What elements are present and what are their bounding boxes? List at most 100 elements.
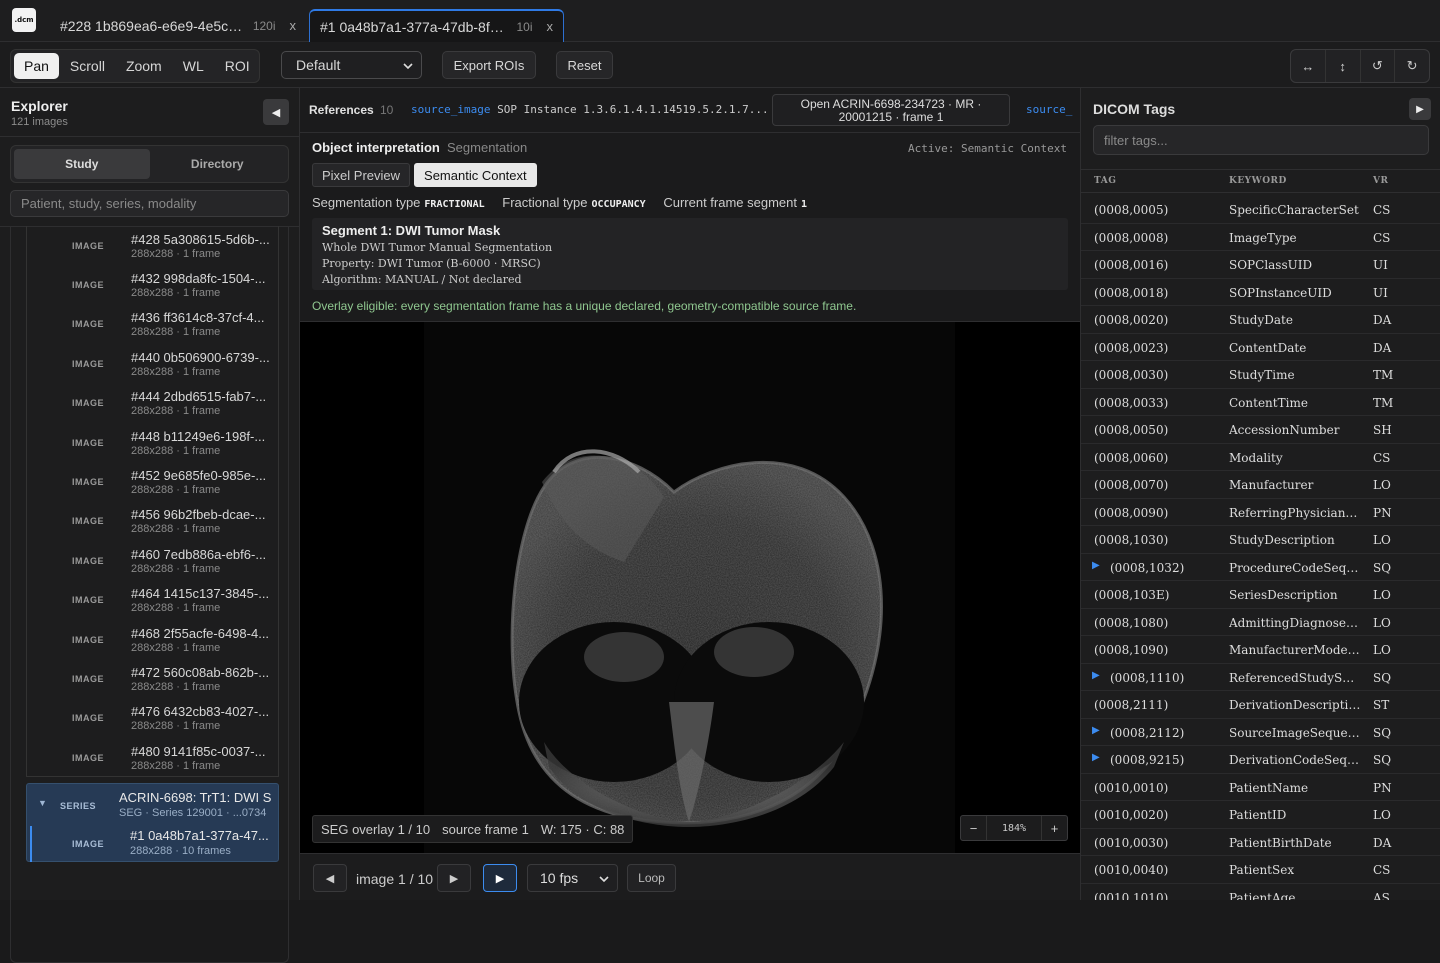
- reference-chip[interactable]: source_image SOP Instance 1.3.6.1.4.1.14…: [411, 103, 766, 116]
- flip-vertical-icon[interactable]: ↕: [1326, 50, 1361, 82]
- vr-cell: ST: [1373, 698, 1390, 712]
- preset-value: Default: [296, 57, 341, 73]
- explorer-header: Explorer 121 images: [11, 98, 68, 128]
- list-item[interactable]: IMAGE #472 560c08ab-862b-... 288x288 · 1 f…: [27, 659, 278, 698]
- list-item[interactable]: IMAGE #460 7edb886a-ebf6-... 288x288 · 1 f…: [27, 541, 278, 580]
- zoom-in-button[interactable]: +: [1041, 816, 1067, 840]
- list-item[interactable]: IMAGE #456 96b2fbeb-dcae-... 288x288 · 1 f…: [27, 502, 278, 541]
- item-name: #460 7edb886a-ebf6-...: [131, 546, 267, 562]
- expand-icon[interactable]: ▶: [1092, 560, 1100, 571]
- table-row[interactable]: (0010,0020) PatientID LO: [1081, 801, 1440, 829]
- zoom-out-button[interactable]: −: [961, 816, 987, 840]
- table-row[interactable]: (0010,0040) PatientSex CS: [1081, 856, 1440, 884]
- list-item[interactable]: IMAGE #476 6432cb83-4027-... 288x288 · 1 f…: [27, 699, 278, 738]
- tag-cell: (0008,0023): [1094, 340, 1169, 355]
- list-item[interactable]: IMAGE #440 0b506900-6739-... 288x288 · 1 f…: [27, 344, 278, 383]
- table-row[interactable]: (0008,0005) SpecificCharacterSet CS: [1081, 196, 1440, 224]
- table-row[interactable]: (0008,0023) ContentDate DA: [1081, 334, 1440, 361]
- table-row[interactable]: ▶ (0008,1032) ProcedureCodeSequence SQ: [1081, 554, 1440, 581]
- next-image-button[interactable]: ▶: [437, 864, 471, 892]
- fps-select[interactable]: 10 fps: [527, 864, 618, 892]
- tab-semantic-context[interactable]: Semantic Context: [414, 163, 537, 187]
- item-name: #448 b11249e6-198f-...: [131, 428, 266, 444]
- table-row[interactable]: (0010,1010) PatientAge AS: [1081, 884, 1440, 901]
- series-item-selected[interactable]: ▼ SERIES ACRIN-6698: TrT1: DWI S SEG · S…: [26, 783, 279, 862]
- loop-button[interactable]: Loop: [627, 864, 676, 892]
- frame-seg-value: 1: [801, 199, 808, 210]
- table-row[interactable]: ▶ (0008,1110) ReferencedStudySequence SQ: [1081, 664, 1440, 691]
- table-row[interactable]: ▶ (0008,2112) SourceImageSequence SQ: [1081, 719, 1440, 746]
- explorer-search-input[interactable]: Patient, study, series, modality: [10, 190, 289, 217]
- list-item[interactable]: IMAGE #432 998da8fc-1504-... 288x288 · 1 f…: [27, 265, 278, 304]
- play-button[interactable]: ▶: [483, 864, 517, 892]
- table-row[interactable]: ▶ (0008,9215) DerivationCodeSequence SQ: [1081, 746, 1440, 774]
- list-item[interactable]: IMAGE #468 2f55acfe-6498-4... 288x288 · 1 …: [27, 620, 278, 659]
- series-row[interactable]: ▼ SERIES ACRIN-6698: TrT1: DWI S SEG · S…: [27, 784, 278, 824]
- list-item[interactable]: IMAGE #444 2dbd6515-fab7-... 288x288 · 1 f…: [27, 384, 278, 423]
- tab-study-228[interactable]: #228 1b869ea6-e6e9-4e5c-b1... 120i x: [50, 9, 306, 42]
- list-item[interactable]: IMAGE #436 ff3614c8-37cf-4... 288x288 · 1 …: [27, 305, 278, 344]
- list-item[interactable]: IMAGE #480 9141f85c-0037-... 288x288 · 1 f…: [27, 738, 278, 777]
- table-row[interactable]: (0008,1090) ManufacturerModelName LO: [1081, 636, 1440, 664]
- list-item[interactable]: IMAGE #428 5a308615-5d6b-... 288x288 · 1 f…: [27, 226, 278, 265]
- roi-tool-button[interactable]: ROI: [215, 53, 260, 79]
- table-row[interactable]: (0008,0033) ContentTime TM: [1081, 389, 1440, 416]
- tab-study-1[interactable]: #1 0a48b7a1-377a-47db-8f17-... 10i x: [309, 9, 564, 42]
- wl-tool-button[interactable]: WL: [173, 53, 214, 79]
- tab-close-icon[interactable]: x: [290, 18, 297, 33]
- preset-select[interactable]: Default: [281, 51, 422, 79]
- vr-cell: SQ: [1373, 670, 1392, 685]
- selected-image-item[interactable]: IMAGE #1 0a48b7a1-377a-47... 288x288 · 1…: [30, 826, 276, 862]
- vr-cell: SQ: [1373, 725, 1392, 740]
- keyword-cell: StudyDate: [1229, 313, 1293, 327]
- table-row[interactable]: (0008,0060) Modality CS: [1081, 444, 1440, 471]
- table-row[interactable]: (0008,1030) StudyDescription LO: [1081, 526, 1440, 554]
- table-row[interactable]: (0008,0090) ReferringPhysicianName PN: [1081, 499, 1440, 526]
- tab-close-icon[interactable]: x: [547, 19, 554, 34]
- item-meta: 288x288 · 1 frame: [131, 287, 221, 300]
- flip-horizontal-icon[interactable]: ↔: [1291, 50, 1326, 82]
- scroll-tool-button[interactable]: Scroll: [60, 53, 115, 79]
- collapse-right-icon[interactable]: ▶: [1409, 98, 1431, 120]
- zoom-tool-button[interactable]: Zoom: [116, 53, 172, 79]
- list-item[interactable]: IMAGE #448 b11249e6-198f-... 288x288 · 1 f…: [27, 423, 278, 462]
- table-row[interactable]: (0008,103E) SeriesDescription LO: [1081, 581, 1440, 609]
- item-name: #476 6432cb83-4027-...: [131, 704, 270, 720]
- previous-image-button[interactable]: ◀: [313, 864, 347, 892]
- expand-icon[interactable]: ▶: [1092, 752, 1100, 763]
- table-row[interactable]: (0008,0030) StudyTime TM: [1081, 361, 1440, 389]
- reset-button[interactable]: Reset: [556, 51, 613, 79]
- table-row[interactable]: (0008,0070) Manufacturer LO: [1081, 471, 1440, 499]
- collapse-left-icon[interactable]: ◀: [263, 99, 289, 125]
- column-header-tag[interactable]: TAG: [1094, 176, 1116, 186]
- list-item[interactable]: IMAGE #452 9e685fe0-985e-... 288x288 · 1 f…: [27, 462, 278, 501]
- open-source-button[interactable]: Open ACRIN-6698-234723 · MR · 20001215 ·…: [772, 94, 1010, 126]
- item-meta: 288x288 · 1 frame: [131, 759, 221, 772]
- table-row[interactable]: (0010,0030) PatientBirthDate DA: [1081, 829, 1440, 856]
- tag-filter-input[interactable]: filter tags...: [1093, 125, 1429, 155]
- expand-icon[interactable]: ▶: [1092, 725, 1100, 736]
- list-item[interactable]: IMAGE #464 1415c137-3845-... 288x288 · 1 f…: [27, 581, 278, 620]
- table-row[interactable]: (0008,0020) StudyDate DA: [1081, 306, 1440, 334]
- table-row[interactable]: (0008,1080) AdmittingDiagnosesDescription…: [1081, 609, 1440, 636]
- image-viewport[interactable]: SEG overlay 1 / 10 source frame 1 W: 175…: [300, 321, 1080, 853]
- table-row[interactable]: (0008,2111) DerivationDescription ST: [1081, 691, 1440, 719]
- tab-pixel-preview[interactable]: Pixel Preview: [312, 163, 411, 187]
- rotate-left-icon[interactable]: ↺: [1361, 50, 1396, 82]
- chevron-down-icon[interactable]: ▼: [38, 798, 47, 808]
- table-row[interactable]: (0008,0008) ImageType CS: [1081, 224, 1440, 251]
- column-header-vr[interactable]: VR: [1373, 176, 1388, 186]
- reference-chip[interactable]: source_: [1026, 103, 1076, 116]
- pan-tool-button[interactable]: Pan: [14, 53, 59, 79]
- table-row[interactable]: (0010,0010) PatientName PN: [1081, 774, 1440, 801]
- study-view-button[interactable]: Study: [14, 149, 150, 179]
- table-row[interactable]: (0008,0050) AccessionNumber SH: [1081, 416, 1440, 444]
- table-row[interactable]: (0008,0016) SOPClassUID UI: [1081, 251, 1440, 279]
- directory-view-button[interactable]: Directory: [150, 149, 286, 179]
- export-rois-button[interactable]: Export ROIs: [442, 51, 536, 79]
- item-name: #456 96b2fbeb-dcae-...: [131, 507, 266, 523]
- column-header-keyword[interactable]: KEYWORD: [1229, 176, 1287, 186]
- table-row[interactable]: (0008,0018) SOPInstanceUID UI: [1081, 279, 1440, 306]
- expand-icon[interactable]: ▶: [1092, 670, 1100, 681]
- rotate-right-icon[interactable]: ↻: [1395, 50, 1429, 82]
